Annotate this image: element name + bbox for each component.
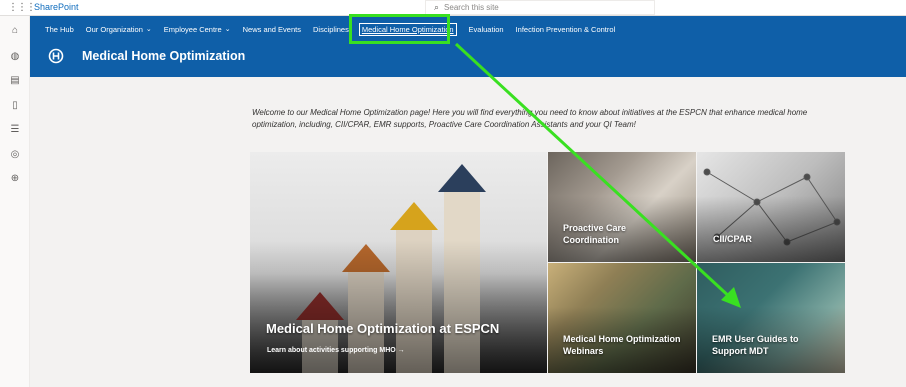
globe-icon[interactable]: ◍ xyxy=(9,51,21,63)
highlight-box xyxy=(349,14,450,44)
left-rail: ⌂ ◍ ▤ ▯ ☰ ◎ ⊕ xyxy=(0,16,30,387)
chevron-down-icon: ⌄ xyxy=(224,26,231,33)
document-icon[interactable]: ▯ xyxy=(9,100,21,112)
tile-proactive-care-coordination[interactable]: Proactive Care Coordination xyxy=(548,152,696,262)
search-box[interactable]: ⌕ xyxy=(425,0,655,15)
chevron-down-icon: ⌄ xyxy=(145,26,152,33)
hero-title: Medical Home Optimization at ESPCN xyxy=(266,321,500,336)
news-icon[interactable]: ▤ xyxy=(9,75,21,87)
tile-webinars-title: Medical Home Optimization Webinars xyxy=(563,334,681,356)
search-input[interactable] xyxy=(444,3,625,12)
site-header: The Hub Our Organization ⌄ Employee Centr… xyxy=(30,16,906,77)
nav-item-news-and-events[interactable]: News and Events xyxy=(243,25,301,34)
list-icon[interactable]: ☰ xyxy=(9,124,21,136)
tile-cii-title: CII/CPAR xyxy=(713,234,752,244)
nav-item-infection-prevention[interactable]: Infection Prevention & Control xyxy=(516,25,616,34)
nav-item-employee-centre[interactable]: Employee Centre ⌄ xyxy=(164,25,231,34)
home-icon[interactable]: ⌂ xyxy=(9,25,21,37)
page-content: Welcome to our Medical Home Optimization… xyxy=(30,77,906,387)
suite-bar: ⋮⋮⋮ SharePoint ⌕ xyxy=(0,0,906,16)
chat-icon[interactable]: ◎ xyxy=(9,149,21,161)
nav-item-the-hub[interactable]: The Hub xyxy=(45,25,74,34)
search-icon: ⌕ xyxy=(434,2,440,12)
tile-cii-cpar[interactable]: CII/CPAR xyxy=(697,152,845,262)
nav-item-our-organization[interactable]: Our Organization ⌄ xyxy=(86,25,152,34)
tile-emr-user-guides[interactable]: EMR User Guides to Support MDT xyxy=(697,263,845,373)
nav-item-disciplines[interactable]: Disciplines xyxy=(313,25,349,34)
intro-text: Welcome to our Medical Home Optimization… xyxy=(252,108,808,129)
app-name[interactable]: SharePoint xyxy=(34,2,79,12)
hub-navigation: The Hub Our Organization ⌄ Employee Centr… xyxy=(45,22,627,36)
nav-item-evaluation[interactable]: Evaluation xyxy=(469,25,504,34)
tile-emr-title: EMR User Guides to Support MDT xyxy=(712,334,799,356)
hero-link[interactable]: Learn about activities supporting MHO → xyxy=(267,347,405,354)
site-title[interactable]: Medical Home Optimization xyxy=(82,49,245,63)
site-logo-icon[interactable] xyxy=(48,48,64,64)
app-launcher-icon[interactable]: ⋮⋮⋮ xyxy=(8,2,36,13)
add-icon[interactable]: ⊕ xyxy=(9,173,21,185)
hero-tile-mho[interactable]: Medical Home Optimization at ESPCN Learn… xyxy=(250,152,547,373)
tile-mho-webinars[interactable]: Medical Home Optimization Webinars xyxy=(548,263,696,373)
tile-proactive-title: Proactive Care Coordination xyxy=(563,223,627,245)
